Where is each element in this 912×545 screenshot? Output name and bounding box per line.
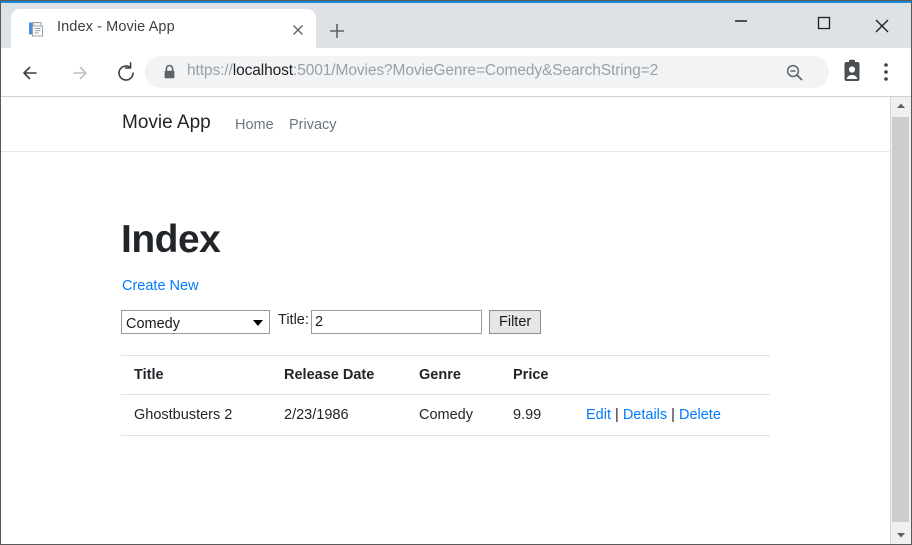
movies-table: Title Release Date Genre Price Ghostbust… <box>121 355 770 436</box>
title-search-input[interactable] <box>311 310 482 334</box>
url-host: localhost <box>232 62 294 79</box>
browser-tab[interactable]: Index - Movie App <box>11 9 316 48</box>
reload-icon[interactable] <box>111 58 141 88</box>
column-header-genre: Genre <box>419 355 513 395</box>
column-header-actions <box>586 355 770 395</box>
cell-price: 9.99 <box>513 394 586 436</box>
address-bar[interactable]: https://localhost:5001/Movies?MovieGenre… <box>145 56 829 88</box>
nav-link-privacy[interactable]: Privacy <box>289 117 337 133</box>
tab-strip: Index - Movie App <box>1 3 911 48</box>
movies-table-body: Ghostbusters 2 2/23/1986 Comedy 9.99 Edi… <box>121 394 770 436</box>
cell-title: Ghostbusters 2 <box>121 394 284 436</box>
nav-link-home[interactable]: Home <box>235 117 274 133</box>
column-header-title: Title <box>121 355 284 395</box>
table-row: Ghostbusters 2 2/23/1986 Comedy 9.99 Edi… <box>121 394 770 436</box>
back-arrow-icon[interactable] <box>17 58 47 88</box>
tab-title: Index - Movie App <box>57 19 175 35</box>
scroll-up-arrow-icon[interactable] <box>891 97 911 115</box>
scrollbar-thumb[interactable] <box>892 117 909 522</box>
cell-genre: Comedy <box>419 394 513 436</box>
title-filter-label: Title: <box>278 312 309 328</box>
page-viewport: Movie App Home Privacy Index Create New … <box>1 97 890 544</box>
document-page-icon <box>28 21 45 38</box>
zoom-out-magnifier-icon[interactable] <box>785 63 804 82</box>
scroll-down-arrow-icon[interactable] <box>891 526 911 544</box>
create-new-link[interactable]: Create New <box>122 278 199 294</box>
column-header-release-date: Release Date <box>284 355 419 395</box>
cell-actions: Edit | Details | Delete <box>586 394 770 436</box>
url-rest: :5001/Movies?MovieGenre=Comedy&SearchStr… <box>293 62 659 79</box>
window-minimize-button[interactable] <box>718 5 764 37</box>
lock-icon <box>163 64 176 80</box>
page-title: Index <box>121 218 221 261</box>
details-link[interactable]: Details <box>623 407 667 423</box>
tab-close-icon[interactable] <box>289 21 307 39</box>
forward-arrow-icon <box>63 58 93 88</box>
site-navbar: Movie App Home Privacy <box>1 97 890 152</box>
chevron-down-icon <box>253 320 263 326</box>
browser-toolbar: https://localhost:5001/Movies?MovieGenre… <box>1 48 911 97</box>
genre-select-value: Comedy <box>126 316 180 332</box>
genre-select[interactable]: Comedy <box>121 310 270 334</box>
profile-badge-icon[interactable] <box>839 58 865 91</box>
browser-window: Index - Movie App https://localhost:5001… <box>0 0 912 545</box>
action-separator-1: | <box>611 407 623 423</box>
window-maximize-button[interactable] <box>801 5 847 37</box>
filter-button[interactable]: Filter <box>489 310 542 334</box>
action-separator-2: | <box>667 407 679 423</box>
column-header-price: Price <box>513 355 586 395</box>
new-tab-button[interactable] <box>323 17 351 45</box>
site-brand[interactable]: Movie App <box>122 112 211 134</box>
address-bar-url: https://localhost:5001/Movies?MovieGenre… <box>187 62 658 80</box>
three-dot-menu-icon[interactable] <box>875 58 897 91</box>
cell-release-date: 2/23/1986 <box>284 394 419 436</box>
delete-link[interactable]: Delete <box>679 407 721 423</box>
url-scheme: https:// <box>187 62 233 79</box>
table-header-row: Title Release Date Genre Price <box>121 355 770 395</box>
edit-link[interactable]: Edit <box>586 407 611 423</box>
window-close-button[interactable] <box>859 5 905 37</box>
page-scrollbar[interactable] <box>890 97 911 544</box>
movies-table-head: Title Release Date Genre Price <box>121 355 770 395</box>
